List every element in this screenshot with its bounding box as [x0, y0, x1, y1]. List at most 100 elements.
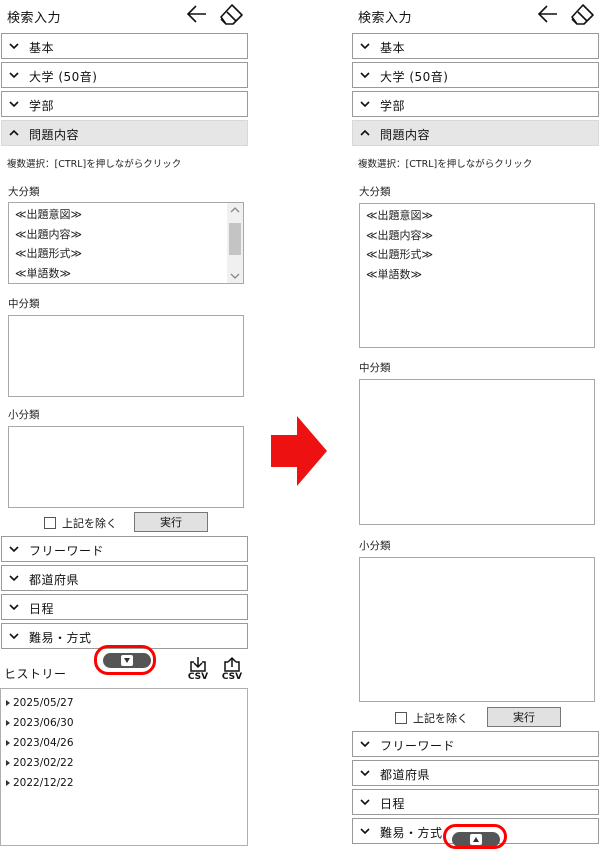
scroll-down-icon[interactable]: [230, 272, 240, 280]
caret-right-icon: [6, 780, 10, 786]
accordion-label: 学部: [380, 99, 406, 113]
accordion-label: 都道府県: [29, 573, 80, 587]
chevron-down-icon: [9, 575, 19, 582]
list-item[interactable]: ≪出題形式≫: [9, 244, 243, 264]
accordion-label: 問題内容: [380, 128, 431, 142]
exclude-checkbox-row[interactable]: 上記を除く: [395, 710, 468, 726]
list-item[interactable]: ≪出題意図≫: [360, 206, 594, 226]
chevron-down-icon: [360, 828, 370, 835]
accordion-label: 大学 (50音): [380, 70, 449, 84]
accordion-label: 問題内容: [29, 128, 80, 142]
chevron-down-icon: [9, 604, 19, 611]
minor-category-list[interactable]: [8, 426, 244, 508]
history-item[interactable]: 2022/12/22: [1, 773, 247, 793]
accordion-label: 都道府県: [380, 768, 431, 782]
accordion-freeword[interactable]: フリーワード: [352, 731, 599, 757]
accordion-basic[interactable]: 基本: [352, 33, 599, 59]
chevron-down-icon: [360, 741, 370, 748]
history-item[interactable]: 2023/02/22: [1, 753, 247, 773]
chevron-down-icon: [9, 101, 19, 108]
header-title: 検索入力: [7, 11, 62, 26]
accordion-prefecture[interactable]: 都道府県: [352, 760, 599, 786]
multi-select-note: 複数選択：[CTRL]を押しながらクリック: [7, 159, 182, 170]
csv-export-button[interactable]: CSV: [218, 656, 246, 688]
caret-right-icon: [6, 760, 10, 766]
list-item[interactable]: ≪単語数≫: [9, 264, 243, 284]
major-category-list[interactable]: ≪出題意図≫ ≪出題内容≫ ≪出題形式≫ ≪単語数≫: [359, 203, 595, 348]
accordion-university[interactable]: 大学 (50音): [1, 62, 248, 88]
chevron-up-icon: [360, 129, 370, 136]
eraser-icon[interactable]: [218, 2, 244, 26]
scroll-up-icon[interactable]: [230, 206, 240, 214]
history-item[interactable]: 2025/05/27: [1, 693, 247, 713]
exclude-checkbox[interactable]: [395, 712, 407, 724]
exclude-checkbox[interactable]: [44, 517, 56, 529]
accordion-label: 基本: [380, 41, 406, 55]
accordion-schedule[interactable]: 日程: [352, 789, 599, 815]
accordion-basic[interactable]: 基本: [1, 33, 248, 59]
highlight-ring: [443, 824, 507, 849]
list-item[interactable]: ≪出題内容≫: [360, 226, 594, 246]
accordion-freeword[interactable]: フリーワード: [1, 536, 248, 562]
chevron-down-icon: [9, 43, 19, 50]
chevron-down-icon: [9, 633, 19, 640]
eraser-icon[interactable]: [569, 2, 595, 26]
major-category-label: 大分類: [8, 186, 40, 198]
run-button[interactable]: 実行: [487, 707, 561, 727]
middle-category-list[interactable]: [359, 379, 595, 525]
minor-category-list[interactable]: [359, 557, 595, 702]
caret-right-icon: [6, 740, 10, 746]
list-item[interactable]: ≪出題意図≫: [9, 205, 243, 225]
accordion-label: フリーワード: [380, 739, 456, 753]
header-title: 検索入力: [358, 11, 413, 26]
history-item[interactable]: 2023/06/30: [1, 713, 247, 733]
search-panel-after: 検索入力 基本 大学 (50音) 学部 問題内容 複数選択：[CTRL]を押しな…: [351, 0, 600, 849]
accordion-label: 日程: [380, 797, 406, 811]
accordion-label: フリーワード: [29, 544, 105, 558]
major-category-label: 大分類: [359, 186, 391, 198]
csv-import-button[interactable]: CSV: [184, 656, 212, 688]
chevron-down-icon: [360, 101, 370, 108]
middle-category-list[interactable]: [8, 315, 244, 397]
upload-icon: [224, 656, 240, 672]
run-button[interactable]: 実行: [134, 512, 208, 532]
chevron-down-icon: [9, 72, 19, 79]
minor-category-label: 小分類: [359, 540, 391, 552]
accordion-label: 難易・方式: [29, 631, 92, 645]
accordion-prefecture[interactable]: 都道府県: [1, 565, 248, 591]
caret-right-icon: [6, 700, 10, 706]
exclude-label: 上記を除く: [413, 712, 468, 725]
accordion-question[interactable]: 問題内容: [1, 120, 248, 146]
accordion-label: 日程: [29, 602, 55, 616]
list-item[interactable]: ≪単語数≫: [360, 265, 594, 285]
header: 検索入力: [0, 0, 249, 30]
history-list[interactable]: 2025/05/27 2023/06/30 2023/04/26 2023/02…: [0, 688, 248, 846]
chevron-up-icon: [9, 129, 19, 136]
accordion-label: 学部: [29, 99, 55, 113]
list-item[interactable]: ≪出題形式≫: [360, 245, 594, 265]
multi-select-note: 複数選択：[CTRL]を押しながらクリック: [358, 159, 533, 170]
accordion-faculty[interactable]: 学部: [1, 91, 248, 117]
accordion-question[interactable]: 問題内容: [352, 120, 599, 146]
accordion-label: 難易・方式: [380, 826, 443, 840]
chevron-down-icon: [360, 770, 370, 777]
arrow-left-icon[interactable]: [186, 3, 208, 25]
minor-category-label: 小分類: [8, 409, 40, 421]
accordion-schedule[interactable]: 日程: [1, 594, 248, 620]
highlight-ring: [94, 645, 156, 675]
middle-category-label: 中分類: [359, 362, 391, 374]
exclude-checkbox-row[interactable]: 上記を除く: [44, 515, 117, 531]
chevron-down-icon: [360, 72, 370, 79]
scrollbar[interactable]: [227, 203, 243, 283]
scroll-thumb[interactable]: [229, 223, 241, 255]
download-icon: [190, 657, 206, 672]
accordion-faculty[interactable]: 学部: [352, 91, 599, 117]
history-title: ヒストリー: [4, 667, 67, 681]
arrow-left-icon[interactable]: [537, 3, 559, 25]
major-category-list[interactable]: ≪出題意図≫ ≪出題内容≫ ≪出題形式≫ ≪単語数≫: [8, 202, 244, 284]
csv-export-label: CSV: [221, 672, 243, 682]
accordion-university[interactable]: 大学 (50音): [352, 62, 599, 88]
list-item[interactable]: ≪出題内容≫: [9, 225, 243, 245]
history-item[interactable]: 2023/04/26: [1, 733, 247, 753]
chevron-down-icon: [360, 799, 370, 806]
